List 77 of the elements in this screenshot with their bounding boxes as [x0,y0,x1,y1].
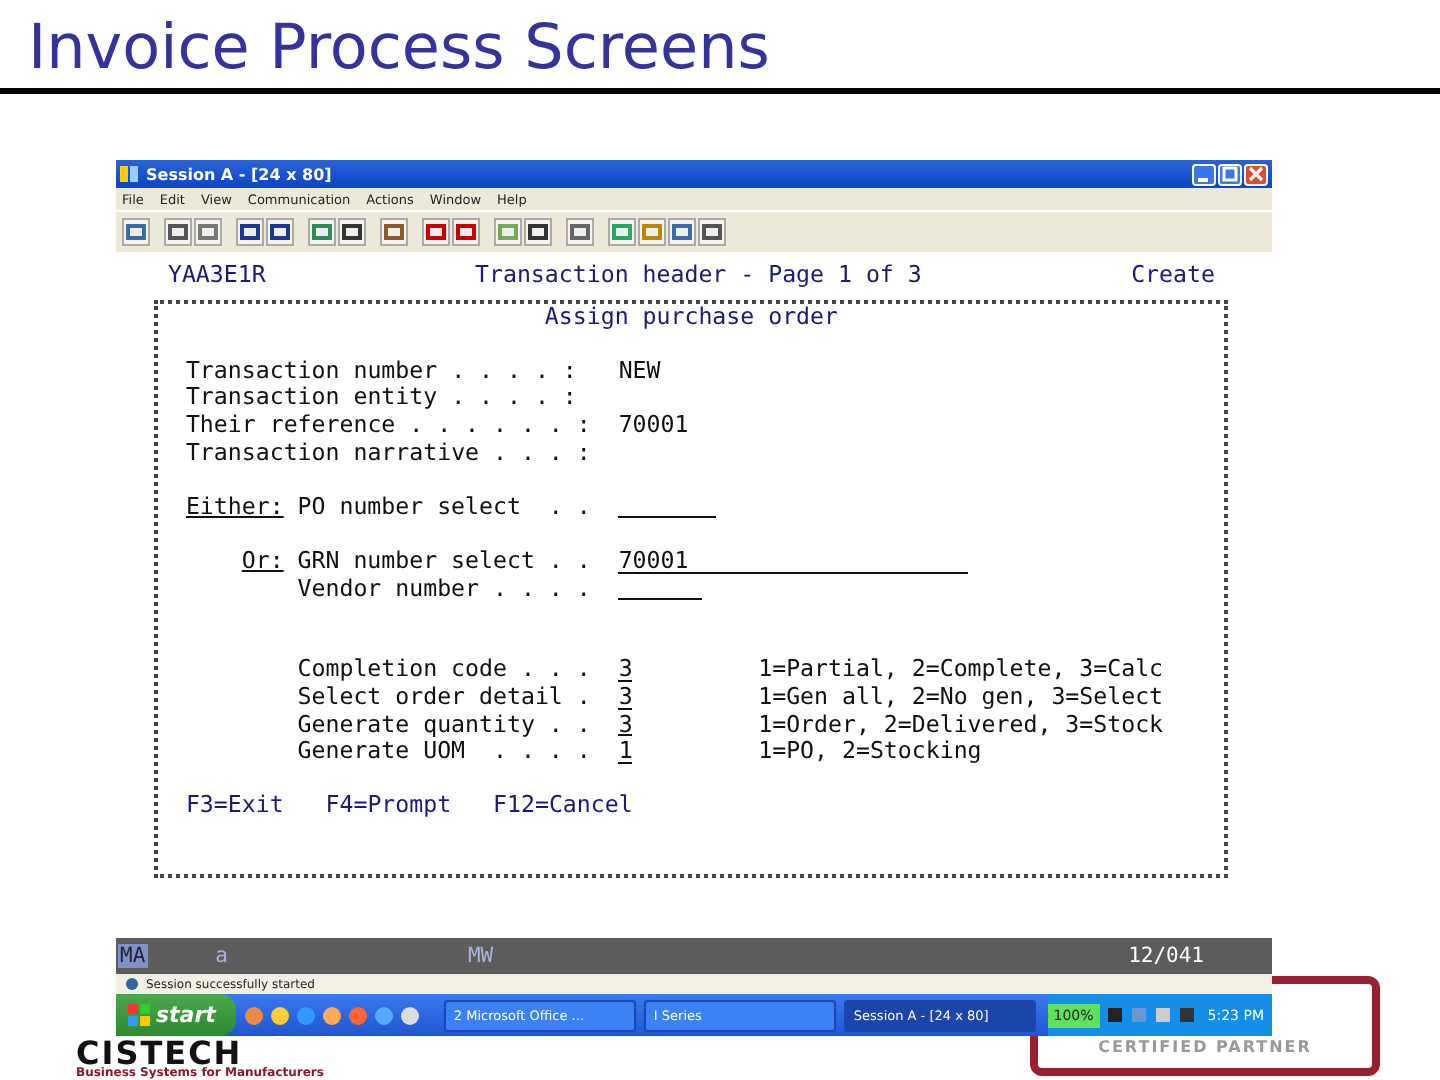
field-value: 70001 [618,409,689,438]
toolbar-button[interactable] [524,218,552,246]
prompt-label: Or: [241,545,284,574]
toolbar-icon [568,220,592,244]
maximize-icon [1222,166,1238,182]
toolbar-icon [424,220,448,244]
input-field[interactable]: 3 [618,656,633,682]
panel-title: Assign purchase order [544,303,839,331]
toolbar-icon [268,220,292,244]
field-label: Generate UOM . . . . [297,736,591,765]
toolbar-icon [640,220,664,244]
toolbar-icon [124,220,148,244]
company-logo-text: CISTECH [76,1040,243,1068]
screen-title: Transaction header - Page 1 of 3 [475,262,924,290]
toolbar-button[interactable] [698,218,726,246]
field-label: PO number select . . [297,491,591,520]
toolbar-icon [670,220,694,244]
window-title: Session A - [24 x 80] [146,165,332,183]
screen-mode: Create [1131,262,1215,290]
maximize-button[interactable] [1218,163,1242,185]
toolbar-button[interactable] [236,218,264,246]
partner-logo-text: CERTIFIED PARTNER [1098,1038,1312,1056]
input-field[interactable]: 3 [618,711,633,737]
close-icon [1248,166,1264,182]
field-label: Completion code . . . [297,654,591,683]
field-value: NEW [618,355,661,384]
toolbar-button[interactable] [266,218,294,246]
toolbar-icon [340,220,364,244]
toolbar-button[interactable] [164,218,192,246]
toolbar-icon [526,220,550,244]
status-indicator: a [215,944,228,968]
function-key[interactable]: F4=Prompt [325,792,452,820]
toolbar-icon [196,220,220,244]
toolbar-icon [166,220,190,244]
toolbar-icon [496,220,520,244]
field-label: Transaction entity . . . . : [185,382,577,411]
prompt-label: Either: [185,491,284,520]
app-icon [120,164,140,184]
toolbar-button[interactable] [380,218,408,246]
field-label: Vendor number . . . . [297,573,591,602]
input-field[interactable]: 3 [618,683,633,709]
toolbar-icon [310,220,334,244]
toolbar-icon [238,220,262,244]
toolbar-button[interactable] [338,218,366,246]
field-options: 1=Order, 2=Delivered, 3=Stock [758,711,1164,739]
field-options: 1=Gen all, 2=No gen, 3=Select [758,683,1164,711]
start-button[interactable]: start [116,994,236,1036]
toolbar-icon [382,220,406,244]
toolbar-button[interactable] [566,218,594,246]
quick-launch-icon[interactable] [269,1005,290,1025]
toolbar-icon [454,220,478,244]
function-key[interactable]: F12=Cancel [493,792,633,820]
program-id: YAA3E1R [167,262,268,290]
toolbar-icon [700,220,724,244]
input-field[interactable]: 1 [618,738,633,764]
toolbar-icon [610,220,634,244]
field-label: Generate quantity . . [297,709,591,737]
close-button[interactable] [1244,163,1268,185]
flag-icon [128,1004,150,1026]
cursor-position: 12/041 [1128,944,1204,968]
field-options: 1=PO, 2=Stocking [758,738,982,766]
field-label: GRN number select . . [297,545,591,574]
field-label: Transaction number . . . . : [185,355,577,384]
field-options: 1=Partial, 2=Complete, 3=Calc [758,656,1164,684]
toolbar-button[interactable] [422,218,450,246]
quick-launch-icon[interactable] [399,1005,420,1025]
toolbar-button[interactable] [452,218,480,246]
field-label: Transaction narrative . . . : [185,437,591,466]
status-mode: MA [118,944,148,968]
function-key[interactable]: F3=Exit [185,792,284,820]
field-label: Their reference . . . . . . : [185,409,591,438]
input-field[interactable]: 70001 [618,547,968,574]
minimize-button[interactable] [1192,163,1216,185]
slide-title: Invoice Process Screens [26,10,772,80]
keyboard-status: MW [467,944,494,968]
quick-launch-icon[interactable] [321,1005,342,1025]
field-label: Select order detail . [297,681,591,710]
